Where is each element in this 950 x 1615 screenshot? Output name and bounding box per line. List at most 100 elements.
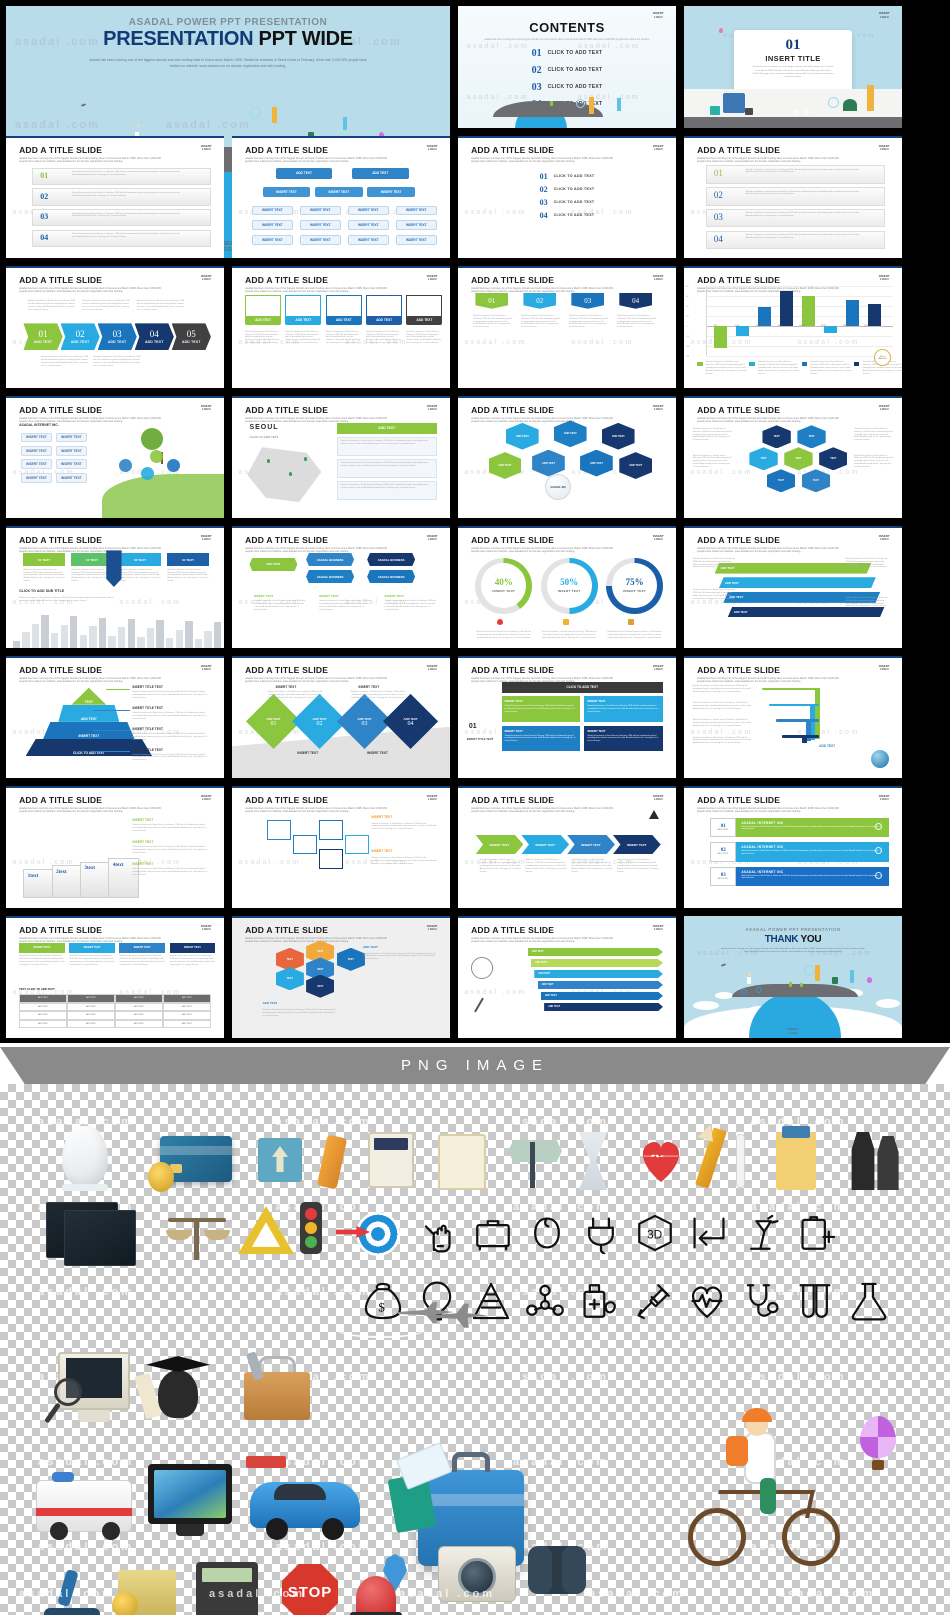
- number-card[interactable]: 01 Started its business in Seoul Korea in…: [705, 165, 885, 184]
- hexagon-node[interactable]: ADD TEXT: [488, 452, 522, 479]
- pill-button[interactable]: ADD TEXT: [351, 167, 409, 179]
- arrow-step[interactable]: INSERT TEXT: [521, 834, 570, 855]
- table-cell[interactable]: ADD TEXT: [67, 1019, 115, 1029]
- pill-cell[interactable]: INSERT TEXT: [299, 220, 341, 230]
- map-info-card[interactable]: ADD TEXT: [336, 422, 437, 434]
- slide-big-numbers[interactable]: ADD A TITLE SLIDE Asadal has been running…: [684, 136, 902, 258]
- contents-item[interactable]: 04 CLICK TO ADD TEXT: [458, 211, 676, 220]
- slide-numbered-bands[interactable]: ADD A TITLE SLIDE Asadal has been running…: [6, 136, 224, 258]
- slide-contents-alt[interactable]: ADD A TITLE SLIDE Asadal has been running…: [458, 136, 676, 258]
- numbered-band[interactable]: 03 Started its business in Seoul Korea in…: [32, 209, 211, 227]
- contents-item[interactable]: 03 CLICK TO ADD TEXT: [458, 198, 676, 207]
- map-info-card[interactable]: Started its business in Seoul Korea in F…: [336, 481, 437, 500]
- table-cell[interactable]: ADD TEXT: [162, 1011, 211, 1020]
- puzzle-square[interactable]: [319, 849, 344, 869]
- slide-staircase[interactable]: ADD A TITLE SLIDE Asadal has been running…: [6, 786, 224, 908]
- slide-map-seoul[interactable]: ADD A TITLE SLIDE Asadal has been running…: [232, 396, 450, 518]
- bubble-circle[interactable]: [149, 449, 163, 463]
- slide-bar-chart[interactable]: ADD A TITLE SLIDE Asadal has been running…: [684, 266, 902, 388]
- slide-hex-wheel[interactable]: ADD A TITLE SLIDE Asadal has been running…: [232, 916, 450, 1038]
- table-column-header[interactable]: INSERT TEXT: [69, 942, 115, 953]
- pill-cell[interactable]: INSERT TEXT: [299, 205, 341, 216]
- flag-tag[interactable]: 02: [523, 292, 557, 309]
- icon-card-label[interactable]: ADD TEXT: [245, 316, 282, 325]
- chevron-step[interactable]: 01 ADD TEXT: [23, 323, 63, 351]
- slide-city-boxes[interactable]: ADD A TITLE SLIDE Asadal has been running…: [6, 526, 224, 648]
- icon-card-label[interactable]: ADD TEXT: [285, 316, 322, 325]
- table-cell[interactable]: ADD TEXT: [162, 994, 211, 1003]
- map-info-card[interactable]: Started its business in Seoul Korea in F…: [336, 437, 437, 456]
- table-cell[interactable]: INSERT TEXT: [21, 446, 52, 456]
- chevron-step[interactable]: 02 ADD TEXT: [60, 323, 100, 351]
- table-cell[interactable]: ADD TEXT: [162, 1019, 211, 1029]
- band-tag[interactable]: 03 ADD TEXT: [710, 866, 737, 887]
- hexagon-node[interactable]: ADD TEXT: [580, 449, 613, 477]
- hexagon-node[interactable]: TEXT: [784, 447, 813, 471]
- table-cell[interactable]: ADD TEXT: [67, 994, 115, 1003]
- map-info-card[interactable]: Started its business in Seoul Korea in F…: [336, 459, 437, 478]
- arrow-step[interactable]: INSERT TEXT: [475, 834, 524, 855]
- pill-button[interactable]: INSERT TEXT: [262, 187, 311, 197]
- pill-button[interactable]: ADD TEXT: [275, 167, 333, 179]
- panel-header[interactable]: CLICK TO ADD TEXT: [501, 681, 663, 693]
- chevron-step[interactable]: 03 ADD TEXT: [97, 323, 137, 351]
- table-cell[interactable]: INSERT TEXT: [56, 472, 87, 483]
- pill-cell[interactable]: INSERT TEXT: [395, 205, 437, 216]
- slide-diamond-steps[interactable]: ADD A TITLE SLIDE Asadal has been running…: [232, 656, 450, 778]
- flow-node[interactable]: ASADAL BUSINESS: [367, 569, 416, 584]
- pill-cell[interactable]: INSERT TEXT: [347, 220, 389, 230]
- rainbow-bar[interactable]: ADD TEXT: [537, 980, 663, 990]
- icon-card-label[interactable]: ADD TEXT: [325, 316, 362, 325]
- hexagon-node[interactable]: TEXT: [749, 447, 778, 471]
- table-cell[interactable]: INSERT TEXT: [56, 446, 87, 456]
- puzzle-square[interactable]: [345, 834, 370, 855]
- hexagon-node[interactable]: TEXT: [801, 469, 831, 493]
- rainbow-bar[interactable]: ADD TEXT: [544, 1002, 663, 1012]
- flow-node[interactable]: ADD TEXT: [249, 557, 298, 572]
- pill-cell[interactable]: INSERT TEXT: [395, 220, 437, 230]
- pyramid-layer[interactable]: ADD TEXT: [58, 704, 120, 722]
- slide-section-divider[interactable]: asadal .comasadal .comINSERTLOGO01INSERT…: [684, 6, 902, 128]
- pill-cell[interactable]: INSERT TEXT: [251, 205, 294, 216]
- info-panel[interactable]: INSERT TEXT Started its business in Seoul…: [584, 696, 663, 722]
- puzzle-square[interactable]: [266, 820, 291, 840]
- hexagon-node[interactable]: TEXT: [819, 447, 848, 471]
- city-box-header[interactable]: 04 TEXT: [167, 552, 209, 567]
- table-cell[interactable]: ADD TEXT: [115, 1002, 163, 1012]
- arrow-step[interactable]: INSERT TEXT: [567, 834, 615, 855]
- slide-thank-you[interactable]: asadal .com asadal .com ASADAL POWER PPT P…: [684, 916, 902, 1038]
- flow-node[interactable]: ASADAL BUSINESS: [367, 552, 416, 567]
- rainbow-bar[interactable]: ADD TEXT: [540, 991, 663, 1001]
- rainbow-bar[interactable]: ADD TEXT: [534, 969, 663, 979]
- city-box-header[interactable]: 03 TEXT: [119, 552, 161, 567]
- numbered-band[interactable]: 02 Started its business in Seoul Korea in…: [32, 188, 211, 206]
- table-cell[interactable]: ADD TEXT: [19, 1011, 68, 1020]
- flag-tag[interactable]: 04: [619, 292, 652, 309]
- rainbow-bar[interactable]: ADD TEXT: [527, 947, 663, 957]
- slide-chevron-process[interactable]: ADD A TITLE SLIDE Asadal has been running…: [6, 266, 224, 388]
- hexagon-node[interactable]: ADD TEXT: [601, 422, 635, 450]
- info-panel[interactable]: INSERT TEXT Started its business in Seoul…: [501, 696, 581, 722]
- table-column-header[interactable]: INSERT TEXT: [169, 942, 216, 953]
- table-cell[interactable]: ADD TEXT: [19, 1019, 68, 1029]
- slide-pill-grid[interactable]: ADD A TITLE SLIDE Asadal has been running…: [232, 136, 450, 258]
- contents-item[interactable]: 01 CLICK TO ADD TEXT: [458, 172, 676, 181]
- number-card[interactable]: 03 Started its business in Seoul Korea in…: [705, 209, 885, 228]
- pill-cell[interactable]: INSERT TEXT: [299, 234, 341, 245]
- flow-node[interactable]: ASADAL BUSINESS: [306, 569, 355, 584]
- contents-item[interactable]: 03 CLICK TO ADD TEXT: [458, 82, 676, 93]
- pill-button[interactable]: INSERT TEXT: [367, 187, 416, 197]
- numbered-band[interactable]: 04 Started its business in Seoul Korea in…: [32, 229, 211, 248]
- pill-cell[interactable]: INSERT TEXT: [347, 205, 389, 216]
- band-tag[interactable]: 01 ADD TEXT: [710, 817, 737, 838]
- slide-hexagon-cluster[interactable]: ADD A TITLE SLIDE Asadal has been running…: [458, 396, 676, 518]
- table-column-header[interactable]: INSERT TEXT: [19, 942, 65, 953]
- slide-magnifier-bars[interactable]: ADD A TITLE SLIDE Asadal has been running…: [458, 916, 676, 1038]
- slide-company-bands[interactable]: ADD A TITLE SLIDE Asadal has been running…: [684, 786, 902, 908]
- slide-arrow-steps[interactable]: ADD A TITLE SLIDE Asadal has been running…: [458, 786, 676, 908]
- hexagon-node[interactable]: TEXT: [766, 469, 796, 493]
- numbered-band[interactable]: 01 Started its business in Seoul Korea in…: [32, 167, 211, 185]
- pyramid-layer[interactable]: TEXT: [71, 687, 107, 705]
- pill-button[interactable]: INSERT TEXT: [314, 187, 363, 197]
- table-column-header[interactable]: INSERT TEXT: [119, 942, 166, 953]
